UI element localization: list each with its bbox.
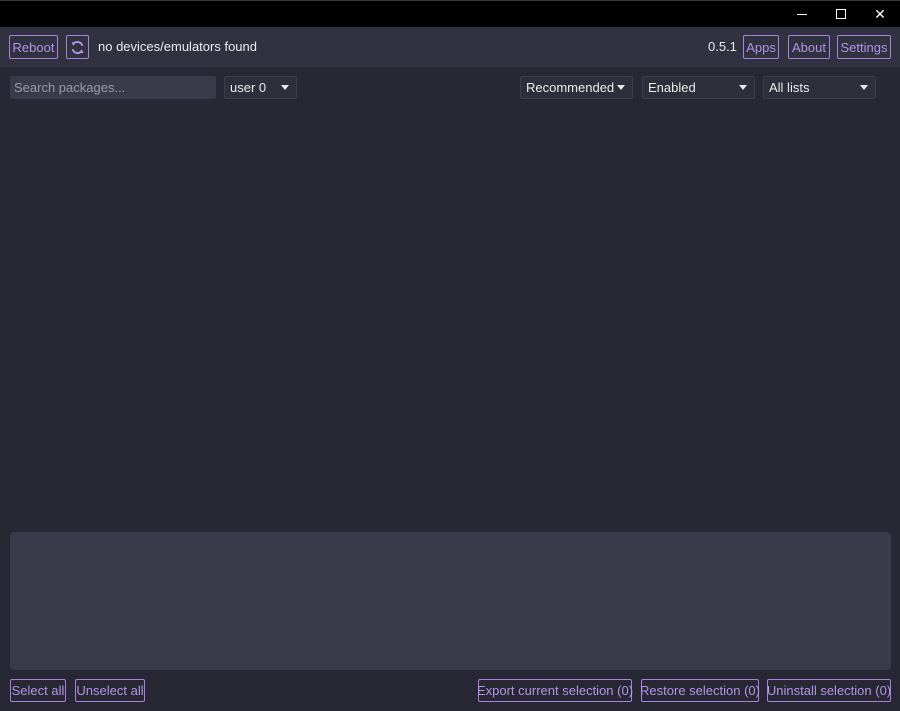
maximize-button[interactable] (821, 1, 861, 27)
top-toolbar: Reboot no devices/emulators found 0.5.1 … (0, 27, 900, 67)
select-all-button[interactable]: Select all (10, 679, 66, 702)
removal-select-value: Recommended (526, 80, 615, 95)
chevron-down-icon (617, 85, 625, 90)
user-select-value: user 0 (230, 80, 267, 95)
app-window: ✕ Reboot no devices/emulators found 0.5.… (0, 0, 900, 711)
minimize-button[interactable] (782, 1, 822, 27)
chevron-down-icon (739, 85, 747, 90)
export-selection-button[interactable]: Export current selection (0) (477, 679, 633, 702)
app-version: 0.5.1 (708, 39, 737, 54)
state-select-value: Enabled (648, 80, 696, 95)
state-select[interactable]: Enabled (642, 76, 755, 99)
about-button[interactable]: About (788, 35, 830, 59)
maximize-icon (836, 9, 846, 19)
refresh-button[interactable] (66, 35, 89, 59)
removal-select[interactable]: Recommended (520, 76, 633, 99)
device-status: no devices/emulators found (98, 39, 257, 54)
user-select[interactable]: user 0 (224, 76, 297, 99)
package-description-panel (10, 532, 891, 670)
restore-selection-button[interactable]: Restore selection (0) (640, 679, 760, 702)
uninstall-selection-button[interactable]: Uninstall selection (0) (767, 679, 891, 702)
chevron-down-icon (860, 85, 868, 90)
refresh-icon (71, 40, 84, 54)
apps-button[interactable]: Apps (743, 35, 779, 59)
minimize-icon (797, 13, 807, 15)
list-select-value: All lists (769, 80, 810, 95)
unselect-all-button[interactable]: Unselect all (75, 679, 145, 702)
reboot-button[interactable]: Reboot (9, 35, 58, 59)
search-input[interactable] (10, 76, 216, 99)
close-button[interactable]: ✕ (860, 1, 900, 27)
close-icon: ✕ (874, 5, 886, 22)
package-list[interactable] (0, 104, 900, 528)
list-select[interactable]: All lists (763, 76, 876, 99)
chevron-down-icon (281, 85, 289, 90)
settings-button[interactable]: Settings (837, 35, 891, 59)
title-bar: ✕ (0, 0, 900, 27)
